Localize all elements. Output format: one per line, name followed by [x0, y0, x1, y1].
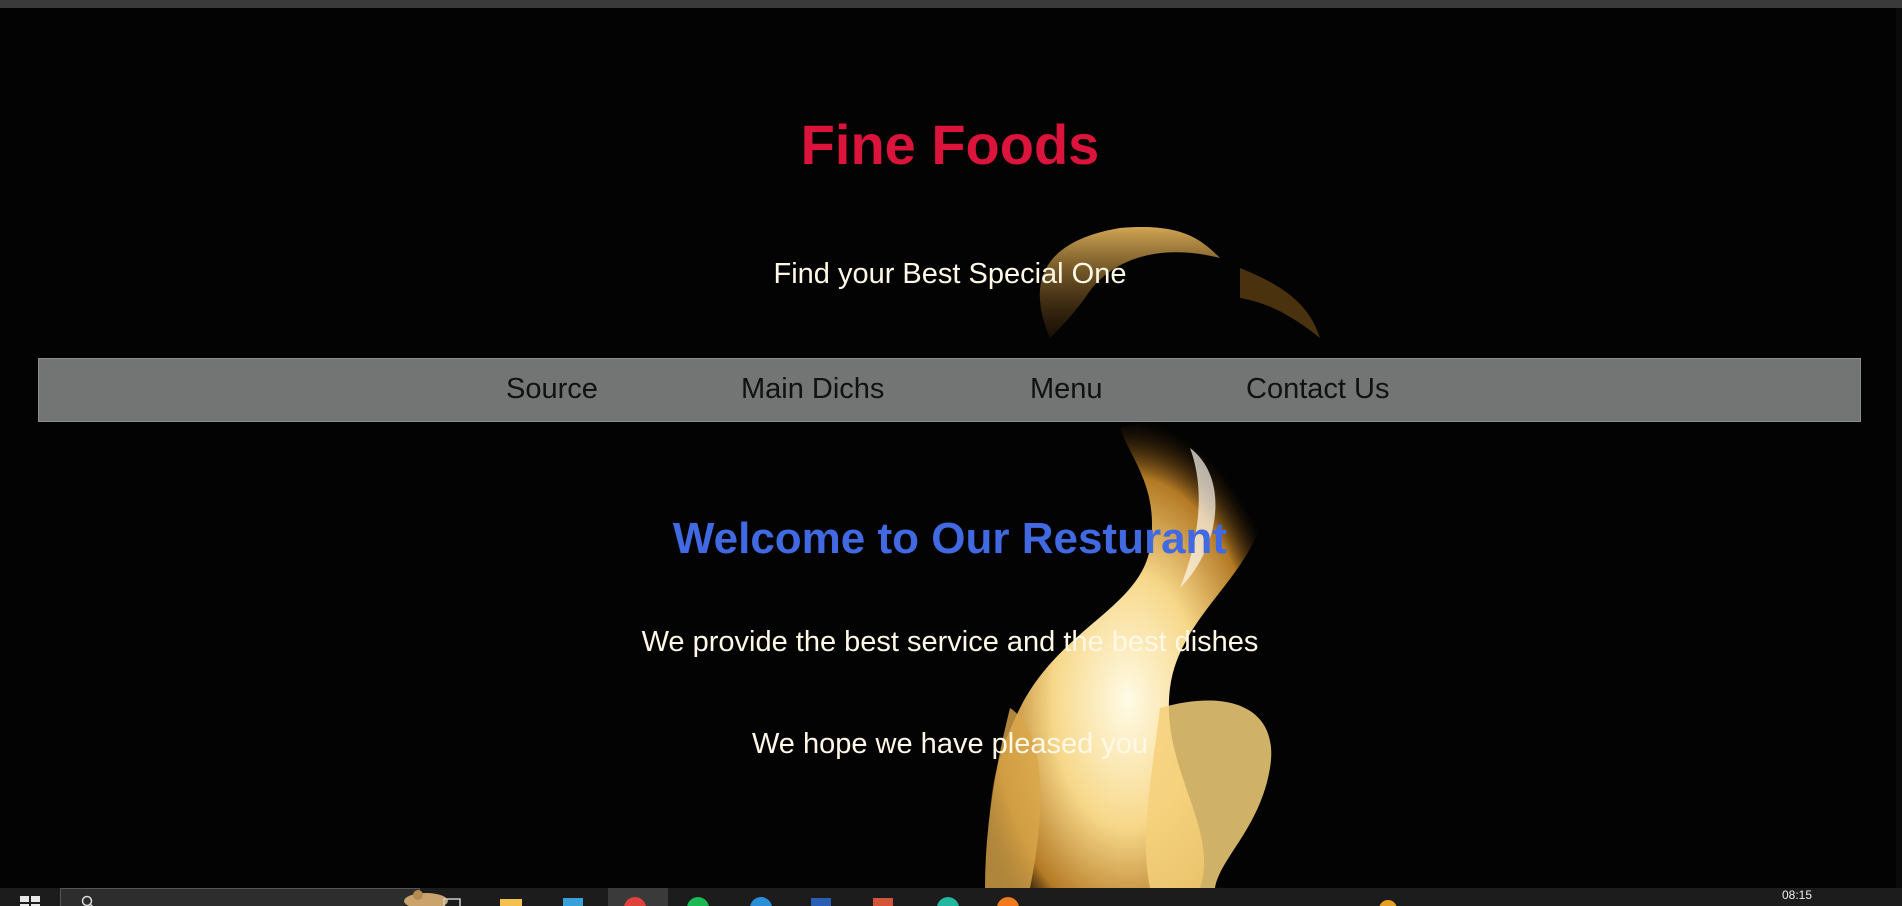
edge-icon[interactable] — [748, 895, 774, 906]
windows-start-icon[interactable] — [20, 896, 40, 906]
site-title: Fine Foods — [800, 113, 1100, 176]
file-explorer-icon[interactable] — [498, 895, 524, 906]
nav-item-main-dishes[interactable]: Main Dichs — [741, 373, 884, 406]
store-icon[interactable] — [560, 895, 586, 906]
welcome-heading: Welcome to Our Resturant — [672, 514, 1228, 563]
page-body: Fine Foods Find your Best Special One So… — [0, 8, 1902, 888]
spotify-icon[interactable] — [685, 895, 711, 906]
site-tagline: Find your Best Special One — [773, 258, 1127, 290]
tray-app-icon[interactable] — [1375, 895, 1401, 906]
page-scrollbar[interactable] — [1896, 8, 1902, 888]
nav-item-contact-us[interactable]: Contact Us — [1246, 373, 1389, 406]
browser-top-strip — [0, 0, 1902, 8]
firefox-icon[interactable] — [995, 895, 1021, 906]
windows-taskbar: 08:15 — [0, 888, 1902, 906]
chrome-icon[interactable] — [622, 895, 648, 906]
browser-icon[interactable] — [935, 895, 961, 906]
taskbar-clock[interactable]: 08:15 — [1782, 888, 1812, 902]
nav-item-menu[interactable]: Menu — [1030, 373, 1103, 406]
main-navbar: Source Main Dichs Menu Contact Us — [38, 358, 1861, 422]
pleased-text: We hope we have pleased you — [751, 728, 1149, 760]
service-text: We provide the best service and the best… — [641, 626, 1259, 658]
taskbar-search-box[interactable] — [60, 888, 448, 906]
word-icon[interactable] — [808, 895, 834, 906]
powerpoint-icon[interactable] — [870, 895, 896, 906]
search-icon — [81, 895, 94, 906]
task-view-icon[interactable] — [440, 895, 466, 906]
nav-item-source[interactable]: Source — [506, 373, 598, 406]
